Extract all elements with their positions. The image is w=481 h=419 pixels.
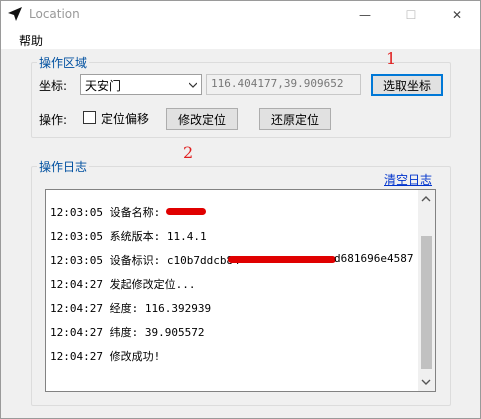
log-title: 操作日志 bbox=[37, 158, 90, 175]
log-line: 12:04:27 修改成功! bbox=[50, 350, 161, 363]
log-line: 12:03:05 设备名称: bbox=[50, 206, 161, 219]
log-textbox[interactable]: 12:03:05 设备名称: 12:03:05 系统版本: 11.4.1 12:… bbox=[45, 189, 436, 392]
log-line: 12:03:05 设备标识: c10b7ddcb84 bbox=[50, 254, 240, 267]
pick-coordinate-button[interactable]: 选取坐标 bbox=[371, 74, 443, 96]
window-title: Location bbox=[29, 7, 80, 21]
offset-checkbox-label[interactable]: 定位偏移 bbox=[101, 110, 149, 127]
menu-bar: 帮助 bbox=[1, 29, 480, 49]
log-scrollbar[interactable] bbox=[418, 190, 435, 391]
location-select[interactable]: 天安门 bbox=[80, 74, 202, 95]
navigation-arrow-icon bbox=[8, 7, 22, 21]
location-select-value: 天安门 bbox=[85, 79, 122, 93]
menu-help[interactable]: 帮助 bbox=[19, 32, 43, 49]
log-line: 12:04:27 发起修改定位... bbox=[50, 278, 196, 291]
scroll-down-icon[interactable] bbox=[421, 377, 431, 387]
operation-area-title: 操作区域 bbox=[37, 54, 90, 71]
log-device-id-tail: d681696e4587 bbox=[334, 252, 414, 265]
log-line: 12:04:27 经度: 116.392939 bbox=[50, 302, 212, 315]
operation-label: 操作: bbox=[39, 113, 68, 127]
scrollbar-thumb[interactable] bbox=[421, 236, 432, 369]
coordinates-field[interactable]: 116.404177,39.909652 bbox=[206, 74, 361, 95]
annotation-2: 2 bbox=[183, 143, 194, 162]
restore-location-button[interactable]: 还原定位 bbox=[259, 108, 331, 130]
close-button[interactable]: ✕ bbox=[434, 1, 480, 29]
clear-log-link[interactable]: 清空日志 bbox=[384, 171, 432, 188]
redaction-mark bbox=[166, 208, 206, 215]
modify-location-button[interactable]: 修改定位 bbox=[166, 108, 238, 130]
annotation-1: 1 bbox=[386, 49, 397, 68]
minimize-button[interactable]: — bbox=[342, 1, 388, 29]
chevron-down-icon bbox=[189, 82, 197, 88]
log-line: 12:04:27 纬度: 39.905572 bbox=[50, 326, 205, 339]
location-window: Location — ☐ ✕ 帮助 操作区域 坐标: 天安门 116.40417… bbox=[0, 0, 481, 419]
log-line: 12:03:05 系统版本: 11.4.1 bbox=[50, 230, 207, 243]
maximize-button[interactable]: ☐ bbox=[388, 1, 434, 29]
redaction-mark bbox=[228, 256, 336, 263]
offset-checkbox[interactable] bbox=[83, 111, 96, 124]
scroll-up-icon[interactable] bbox=[421, 194, 431, 204]
coordinate-label: 坐标: bbox=[39, 79, 68, 93]
title-bar[interactable]: Location — ☐ ✕ bbox=[1, 1, 480, 29]
